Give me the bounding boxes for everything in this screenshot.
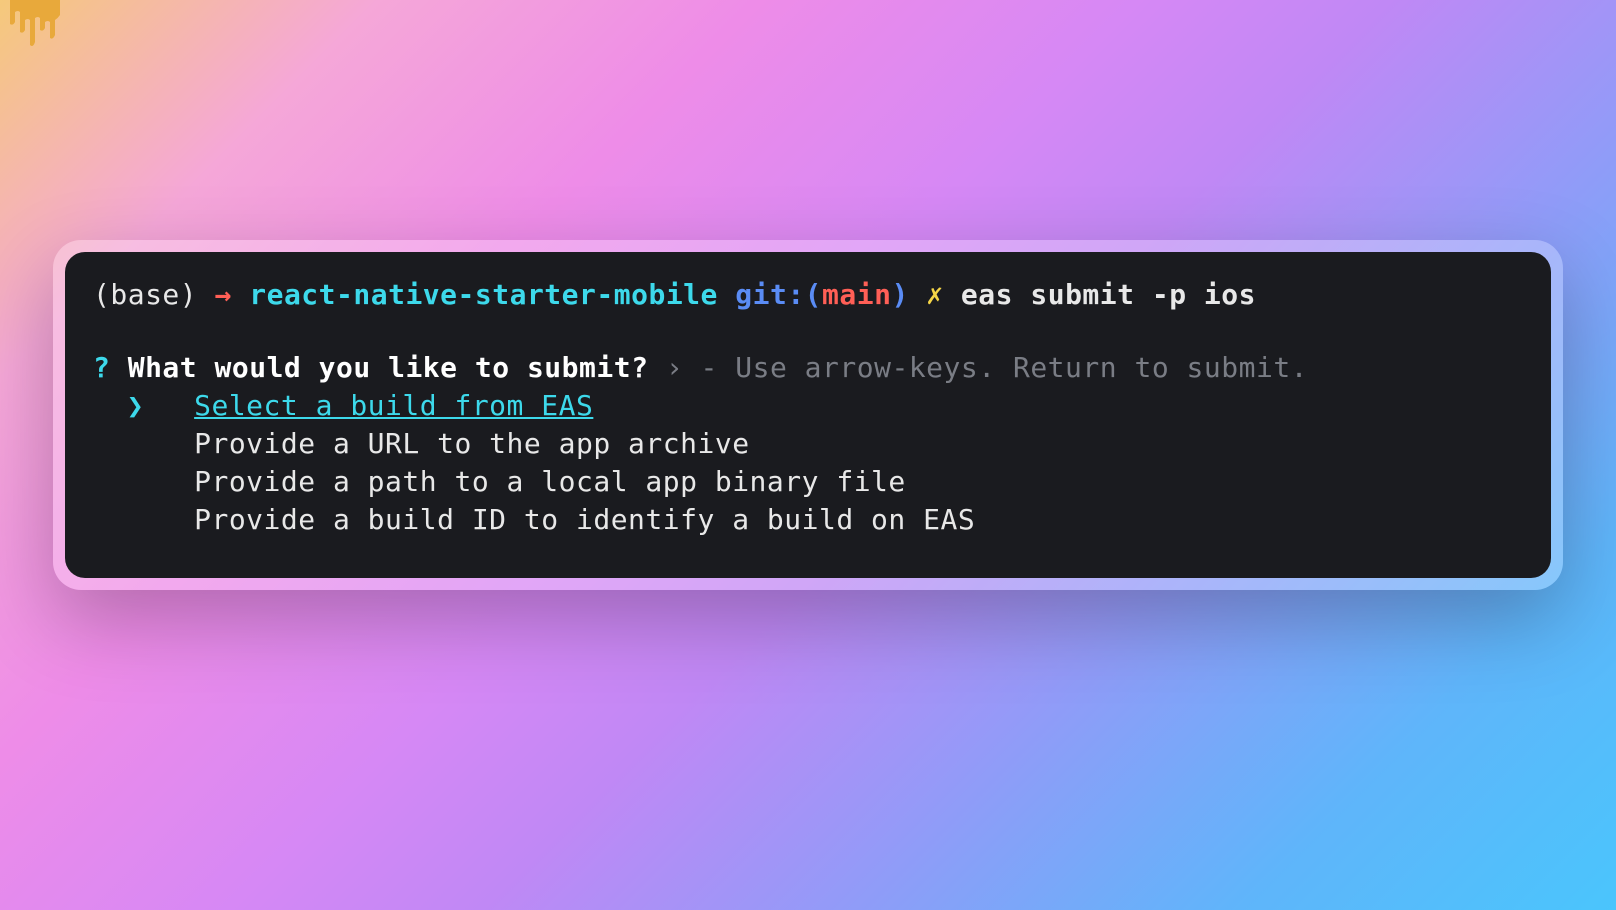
menu-option-label: Provide a path to a local app binary fil… (194, 465, 906, 498)
paint-drip-decoration (10, 0, 70, 50)
menu-option-label: Provide a URL to the app archive (194, 427, 749, 460)
question-mark-icon: ? (93, 351, 110, 384)
project-directory: react-native-starter-mobile (249, 278, 718, 311)
menu-option[interactable]: Provide a path to a local app binary fil… (93, 463, 1523, 501)
menu-option[interactable]: Provide a URL to the app archive (93, 425, 1523, 463)
terminal[interactable]: (base) → react-native-starter-mobile git… (65, 252, 1551, 579)
git-label-close: ) (891, 278, 908, 311)
prompt-question: What would you like to submit? (128, 351, 649, 384)
menu-option-selected[interactable]: ❯ Select a build from EAS (93, 387, 1523, 425)
hint-chevron-icon: › (666, 351, 683, 384)
menu-option-label: Select a build from EAS (194, 389, 593, 422)
shell-prompt-line: (base) → react-native-starter-mobile git… (93, 276, 1523, 314)
selection-pointer-icon: ❯ (127, 387, 161, 425)
git-dirty-icon: ✗ (926, 278, 943, 311)
prompt-arrow-icon: → (215, 278, 232, 311)
git-label: git:( (735, 278, 822, 311)
git-branch: main (822, 278, 891, 311)
prompt-hint: - Use arrow-keys. Return to submit. (701, 351, 1309, 384)
shell-command: eas submit -p ios (961, 278, 1256, 311)
prompt-question-line: ? What would you like to submit? › - Use… (93, 349, 1523, 387)
menu-option[interactable]: Provide a build ID to identify a build o… (93, 501, 1523, 539)
conda-env: (base) (93, 278, 197, 311)
menu-option-label: Provide a build ID to identify a build o… (194, 503, 975, 536)
terminal-window-frame: (base) → react-native-starter-mobile git… (53, 240, 1563, 591)
